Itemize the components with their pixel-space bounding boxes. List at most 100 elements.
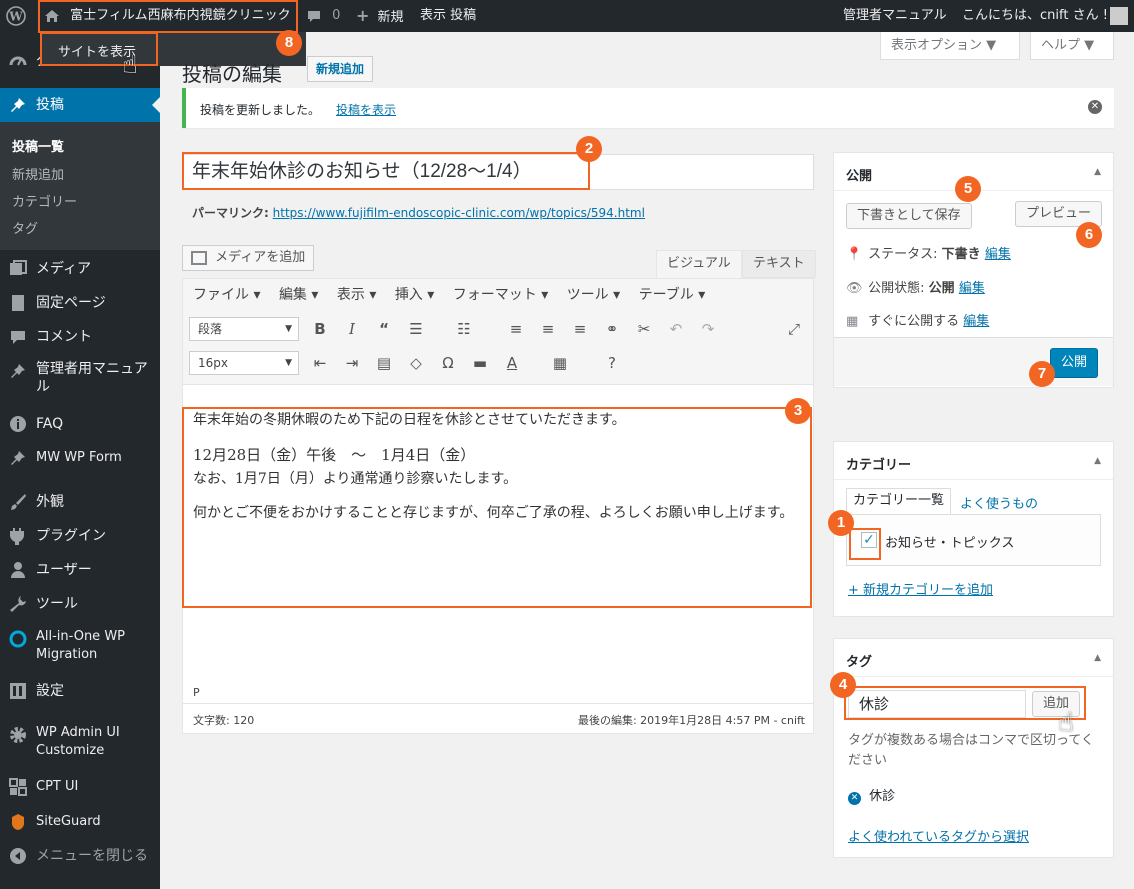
editor-menubar: ファイル ▾ 編集 ▾ 表示 ▾ 挿入 ▾ フォーマット ▾ ツール ▾ テーブ…: [193, 284, 719, 304]
view-post-link[interactable]: 投稿を表示: [336, 103, 396, 117]
add-new-button[interactable]: 新規追加: [307, 56, 374, 82]
menu-insert[interactable]: 挿入 ▾: [395, 287, 434, 303]
link-icon[interactable]: ⚭: [601, 318, 623, 340]
migration-icon: [9, 630, 27, 648]
comments-link[interactable]: 0: [306, 0, 340, 32]
toggle-icon[interactable]: ▲: [1094, 653, 1101, 663]
submenu-tags[interactable]: タグ: [12, 218, 38, 237]
toggle-icon[interactable]: ▲: [1094, 456, 1101, 466]
help-button[interactable]: ヘルプ ▼: [1030, 32, 1114, 60]
add-media-button[interactable]: メディアを追加: [182, 245, 315, 271]
clear-format-icon[interactable]: ◇: [405, 352, 427, 374]
sidebar-label-faq: FAQ: [36, 416, 64, 432]
submenu-posts-list[interactable]: 投稿一覧: [12, 136, 64, 155]
remove-tag-icon[interactable]: ✕: [848, 792, 861, 805]
menu-edit[interactable]: 編集 ▾: [279, 287, 318, 303]
paste-text-icon[interactable]: ▤: [373, 352, 395, 374]
text-color-icon[interactable]: A: [501, 352, 523, 374]
avatar[interactable]: [1110, 7, 1128, 25]
menu-file[interactable]: ファイル ▾: [193, 287, 260, 303]
quote-button[interactable]: “: [373, 318, 395, 340]
last-edited: 最後の編集: 2019年1月28日 4:57 PM - cnift: [577, 714, 805, 727]
toggle-icon[interactable]: ▲: [1094, 167, 1101, 177]
menu-tools[interactable]: ツール ▾: [567, 287, 620, 303]
italic-button[interactable]: I: [341, 318, 363, 340]
wordpress-logo-icon[interactable]: W: [6, 0, 30, 32]
edit-visibility-link[interactable]: 編集: [959, 281, 985, 296]
sidebar-item-posts[interactable]: 投稿: [0, 88, 160, 122]
sidebar-item-media[interactable]: メディア: [0, 258, 160, 280]
indent-button[interactable]: ⇥: [341, 352, 363, 374]
align-right-button[interactable]: ≡: [569, 318, 591, 340]
word-count: 文字数: 120: [193, 714, 255, 727]
menu-format[interactable]: フォーマット ▾: [453, 287, 548, 303]
media-icon: [9, 260, 27, 278]
sidebar-item-users[interactable]: ユーザー: [0, 559, 160, 581]
horizontal-rule-icon[interactable]: ▬: [469, 352, 491, 374]
sidebar-item-manual[interactable]: 管理者用マニュアル: [0, 360, 160, 400]
new-content-link[interactable]: + 新規: [356, 0, 404, 32]
media-icon: [191, 250, 207, 265]
fullscreen-icon[interactable]: ⤢: [783, 318, 805, 340]
sidebar-item-siteguard[interactable]: SiteGuard: [0, 811, 160, 833]
undo-icon[interactable]: ↶: [665, 318, 687, 340]
bold-button[interactable]: B: [309, 318, 331, 340]
sidebar-item-settings[interactable]: 設定: [0, 680, 160, 702]
table-icon[interactable]: ▦: [549, 352, 571, 374]
sidebar-item-migration[interactable]: All-in-One WP Migration: [0, 628, 160, 668]
dismiss-icon[interactable]: ✕: [1088, 100, 1102, 114]
callout-badge: 4: [830, 672, 856, 698]
view-post-link[interactable]: 表示 投稿: [420, 0, 476, 32]
chevron-down-icon: ▼: [285, 358, 292, 368]
help-icon[interactable]: ?: [601, 352, 623, 374]
sidebar-label-collapse: メニューを閉じる: [36, 848, 148, 864]
save-draft-button[interactable]: 下書きとして保存: [846, 203, 972, 229]
brush-icon: [9, 493, 27, 511]
highlight-title: [182, 152, 590, 190]
sidebar-item-cpt-ui[interactable]: CPT UI: [0, 776, 160, 798]
submenu-categories[interactable]: カテゴリー: [12, 191, 77, 210]
sidebar-label-comments: コメント: [36, 329, 92, 345]
manual-link[interactable]: 管理者マニュアル: [843, 0, 947, 32]
sidebar-item-appearance[interactable]: 外観: [0, 491, 160, 513]
unlink-icon[interactable]: ✂: [633, 318, 655, 340]
align-left-button[interactable]: ≡: [505, 318, 527, 340]
permalink-url[interactable]: https://www.fujifilm-endoscopic-clinic.c…: [273, 206, 645, 220]
tab-visual[interactable]: ビジュアル: [656, 250, 742, 278]
tab-popular-categories[interactable]: よく使うもの: [960, 493, 1038, 512]
bullet-list-button[interactable]: ☰: [405, 318, 427, 340]
submenu-add-new[interactable]: 新規追加: [12, 164, 64, 183]
outdent-button[interactable]: ⇤: [309, 352, 331, 374]
sidebar-label-siteguard: SiteGuard: [36, 814, 101, 829]
sidebar-item-admin-ui[interactable]: WP Admin UI Customize: [0, 724, 160, 764]
pin-icon: 📍: [846, 247, 863, 262]
edit-schedule-link[interactable]: 編集: [963, 314, 989, 329]
publish-button[interactable]: 公開: [1050, 348, 1099, 378]
special-char-icon[interactable]: Ω: [437, 352, 459, 374]
hand-cursor-icon: ☝: [1058, 708, 1074, 738]
sidebar-item-pages[interactable]: 固定ページ: [0, 292, 160, 314]
tab-all-categories[interactable]: カテゴリー一覧: [846, 488, 952, 514]
popular-tags-link[interactable]: よく使われているタグから選択: [848, 826, 1029, 845]
sidebar-item-mwwpform[interactable]: MW WP Form: [0, 447, 160, 469]
sidebar-item-faq[interactable]: FAQ: [0, 413, 160, 435]
size-select[interactable]: 16px ▼: [189, 351, 299, 375]
add-category-link[interactable]: + 新規カテゴリーを追加: [848, 579, 993, 598]
format-select[interactable]: 段落 ▼: [189, 317, 299, 341]
sidebar-collapse[interactable]: メニューを閉じる: [0, 845, 160, 867]
redo-icon[interactable]: ↷: [697, 318, 719, 340]
tab-text[interactable]: テキスト: [742, 250, 816, 278]
callout-badge: 7: [1029, 361, 1055, 387]
screen-options-button[interactable]: 表示オプション ▼: [880, 32, 1020, 60]
sidebar-item-plugins[interactable]: プラグイン: [0, 525, 160, 547]
edit-status-link[interactable]: 編集: [985, 247, 1011, 262]
number-list-button[interactable]: ☷: [453, 318, 475, 340]
sidebar-item-tools[interactable]: ツール: [0, 593, 160, 615]
editor-status-bar: P 文字数: 120 最後の編集: 2019年1月28日 4:57 PM - c…: [183, 686, 813, 733]
menu-table[interactable]: テーブル ▾: [639, 287, 706, 303]
menu-view[interactable]: 表示 ▾: [337, 287, 376, 303]
howdy-account[interactable]: こんにちは、cnift さん !: [962, 0, 1108, 32]
align-center-button[interactable]: ≡: [537, 318, 559, 340]
info-icon: [9, 415, 27, 433]
sidebar-item-comments[interactable]: コメント: [0, 326, 160, 348]
